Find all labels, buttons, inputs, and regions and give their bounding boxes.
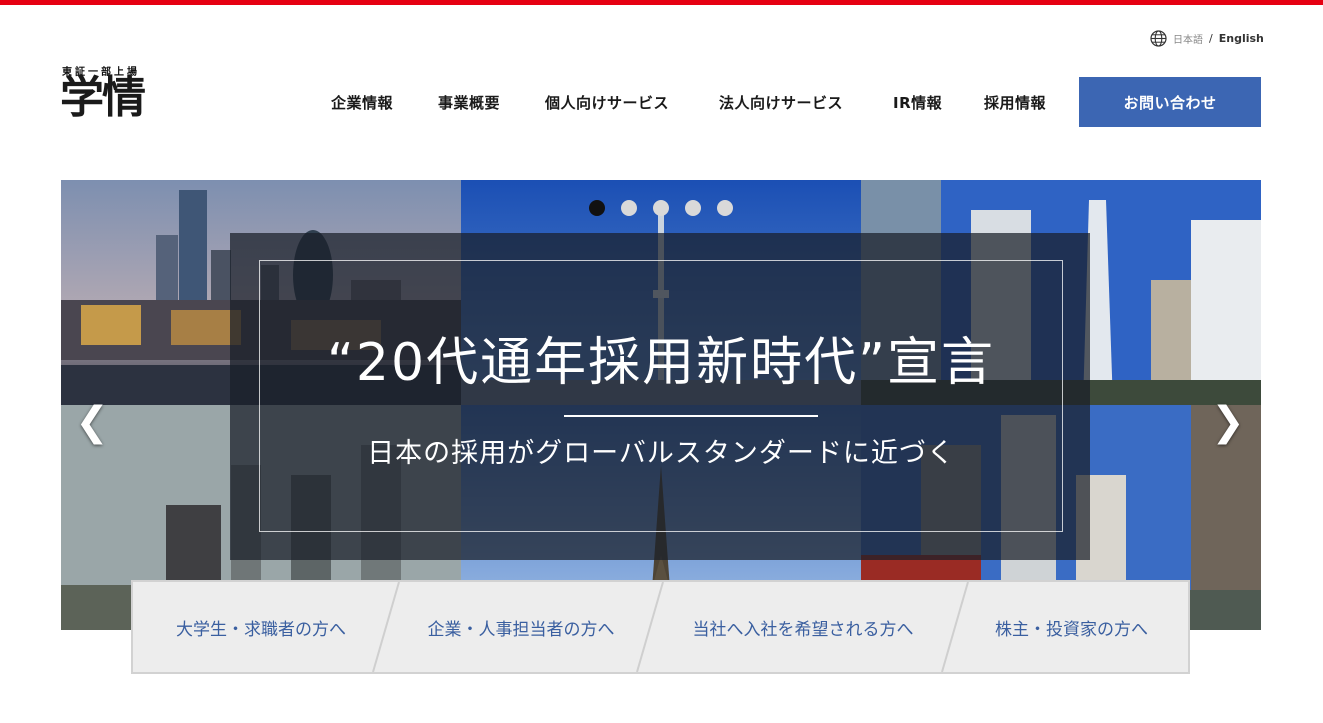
language-japanese-link[interactable]: 日本語 (1173, 31, 1203, 46)
chevron-left-icon[interactable]: ❮ (72, 398, 112, 446)
logo-mark: 学情 (60, 72, 146, 123)
audience-navigation: 大学生・求職者の方へ 企業・人事担当者の方へ 当社へ入社を希望される方へ 株主・… (131, 580, 1190, 674)
slider-dot-1[interactable] (589, 200, 605, 216)
contact-button[interactable]: お問い合わせ (1079, 77, 1261, 127)
slider-dot-4[interactable] (685, 200, 701, 216)
audience-hr-link[interactable]: 企業・人事担当者の方へ (390, 582, 652, 672)
hero-headline: “20代通年採用新時代”宣言 (326, 333, 996, 393)
nav-item-corporate-services[interactable]: 法人向けサービス (719, 92, 843, 114)
hero-subline: 日本の採用がグローバルスタンダードに近づく (367, 438, 955, 469)
audience-investors-link[interactable]: 株主・投資家の方へ (955, 582, 1188, 672)
language-english-link[interactable]: English (1219, 32, 1264, 45)
hero-divider (564, 415, 818, 417)
audience-applicants-link[interactable]: 当社へ入社を希望される方へ (653, 582, 953, 672)
nav-item-ir[interactable]: IR情報 (893, 92, 942, 114)
slider-dot-5[interactable] (717, 200, 733, 216)
language-switcher: 日本語 / English (1150, 29, 1264, 47)
top-accent-bar (0, 0, 1323, 5)
nav-item-recruit[interactable]: 採用情報 (984, 92, 1046, 114)
nav-item-business[interactable]: 事業概要 (438, 92, 500, 114)
slider-dot-3[interactable] (653, 200, 669, 216)
language-separator: / (1209, 31, 1213, 45)
audience-students-link[interactable]: 大学生・求職者の方へ (133, 582, 389, 672)
nav-item-company[interactable]: 企業情報 (331, 92, 393, 114)
site-logo[interactable]: 東証一部上場 学情 (60, 63, 165, 125)
globe-icon (1150, 29, 1167, 47)
slider-dot-2[interactable] (621, 200, 637, 216)
slider-pagination (589, 200, 733, 216)
nav-item-personal-services[interactable]: 個人向けサービス (545, 92, 669, 114)
chevron-right-icon[interactable]: ❯ (1208, 398, 1248, 446)
